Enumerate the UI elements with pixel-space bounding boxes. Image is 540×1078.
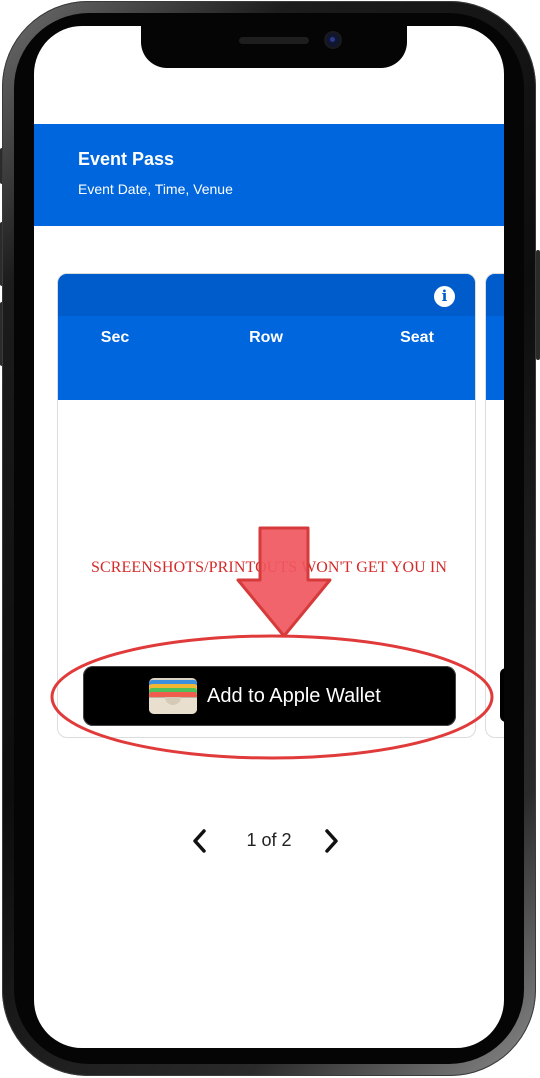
info-icon[interactable]: i — [434, 286, 455, 307]
next-ticket-card[interactable] — [485, 273, 504, 738]
event-header: Event Pass Event Date, Time, Venue — [34, 124, 504, 226]
event-subtitle: Event Date, Time, Venue — [78, 181, 233, 197]
pagination: 1 of 2 — [34, 826, 504, 856]
device-mockup: Event Pass Event Date, Time, Venue i Sec… — [0, 0, 540, 1078]
event-title: Event Pass — [78, 149, 175, 169]
wallet-button-label: Add to Apple Wallet — [207, 685, 381, 707]
seat-label: Seat — [400, 329, 434, 346]
ticket-header-strip — [58, 274, 475, 316]
page-indicator: 1 of 2 — [246, 830, 292, 850]
warning-text: SCREENSHOTS/PRINTOUTS WON'T GET YOU IN — [90, 559, 448, 576]
add-to-apple-wallet-button[interactable]: Add to Apple Wallet — [83, 666, 456, 726]
front-camera — [326, 33, 340, 47]
power-button — [536, 250, 540, 360]
next-ticket-header — [486, 274, 504, 400]
wallet-icon — [149, 678, 197, 714]
next-ticket-header-strip — [486, 274, 504, 316]
notch — [141, 26, 407, 68]
speaker-grille — [239, 37, 309, 44]
next-wallet-button[interactable] — [500, 668, 504, 722]
row-label: Row — [249, 329, 283, 346]
ticket-header: i Sec Row Seat — [58, 274, 475, 400]
phone-screen: Event Pass Event Date, Time, Venue i Sec… — [34, 26, 504, 1048]
chevron-right-icon[interactable] — [316, 826, 346, 856]
section-label: Sec — [100, 329, 130, 346]
chevron-left-icon[interactable] — [185, 826, 215, 856]
